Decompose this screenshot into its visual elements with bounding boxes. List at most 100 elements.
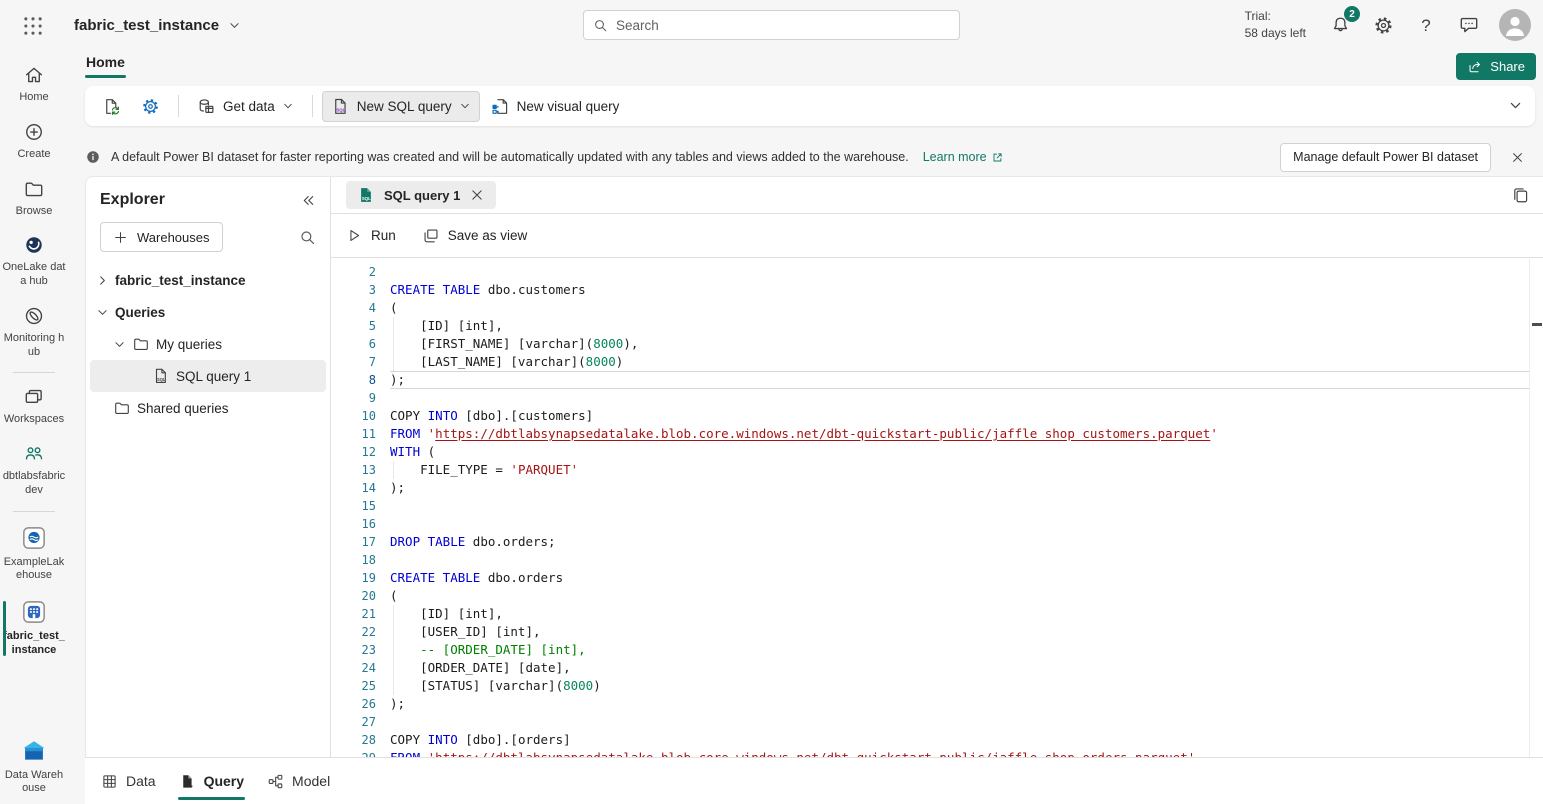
- code-line-content: FILE_TYPE = 'PARQUET': [390, 461, 1529, 479]
- save-view-icon: [422, 227, 440, 245]
- workspace-switcher[interactable]: fabric_test_instance: [74, 0, 241, 50]
- code-line-29[interactable]: 29FROM 'https://dbtlabsynapsedatalake.bl…: [331, 749, 1529, 757]
- code-line-11[interactable]: 11FROM 'https://dbtlabsynapsedatalake.bl…: [331, 425, 1529, 443]
- get-data-button[interactable]: Get data: [188, 91, 303, 122]
- code-line-28[interactable]: 28COPY INTO [dbo].[orders]: [331, 731, 1529, 749]
- share-icon: [1467, 59, 1483, 75]
- run-button[interactable]: Run: [346, 227, 396, 244]
- add-warehouses-button[interactable]: Warehouses: [100, 222, 223, 252]
- code-line-13[interactable]: 13 FILE_TYPE = 'PARQUET': [331, 461, 1529, 479]
- tab-home[interactable]: Home: [86, 54, 125, 78]
- line-number: 25: [331, 677, 376, 695]
- code-line-21[interactable]: 21 [ID] [int],: [331, 605, 1529, 623]
- query-tab-bar: SQL SQL query 1: [331, 177, 1543, 214]
- code-line-9[interactable]: 9: [331, 389, 1529, 407]
- rail-item-dbtlabsfabricdev[interactable]: dbtlabsfabricdev: [0, 435, 68, 506]
- code-line-3[interactable]: 3CREATE TABLE dbo.customers: [331, 281, 1529, 299]
- close-tab-button[interactable]: [469, 187, 485, 203]
- new-visual-query-button[interactable]: New visual query: [482, 91, 629, 122]
- code-line-26[interactable]: 26);: [331, 695, 1529, 713]
- rail-item-examplelakehouse[interactable]: ExampleLakehouse: [0, 517, 68, 592]
- tree-item-label: fabric_test_instance: [115, 273, 246, 288]
- line-number: 11: [331, 425, 376, 443]
- code-line-14[interactable]: 14);: [331, 479, 1529, 497]
- avatar[interactable]: [1499, 9, 1531, 41]
- settings-button[interactable]: [1370, 12, 1396, 38]
- manage-dataset-button[interactable]: Manage default Power BI dataset: [1280, 143, 1491, 172]
- code-line-25[interactable]: 25 [STATUS] [varchar](8000): [331, 677, 1529, 695]
- code-line-10[interactable]: 10COPY INTO [dbo].[customers]: [331, 407, 1529, 425]
- save-as-view-button[interactable]: Save as view: [422, 227, 528, 245]
- view-tab-data[interactable]: Data: [100, 768, 157, 795]
- search-input[interactable]: [616, 18, 950, 33]
- tree-item-sql-query-1[interactable]: SQLSQL query 1: [90, 360, 326, 392]
- explorer-tree: fabric_test_instance Queries My queries SQL…: [86, 264, 330, 424]
- view-tab-query[interactable]: Query: [178, 768, 245, 795]
- rail-item-browse[interactable]: Browse: [0, 170, 68, 227]
- code-line-4[interactable]: 4(: [331, 299, 1529, 317]
- help-button[interactable]: ?: [1413, 12, 1439, 38]
- feedback-button[interactable]: [1456, 12, 1482, 38]
- share-button[interactable]: Share: [1456, 53, 1536, 80]
- tree-item-fabric-test-instance[interactable]: fabric_test_instance: [90, 264, 326, 296]
- banner-close-button[interactable]: [1505, 145, 1529, 169]
- view-tab-model[interactable]: Model: [266, 768, 331, 795]
- notifications-button[interactable]: 2: [1327, 12, 1353, 38]
- copy-button[interactable]: [1511, 186, 1530, 205]
- line-number: 22: [331, 623, 376, 641]
- rail-item-home[interactable]: Home: [0, 56, 68, 113]
- code-line-5[interactable]: 5 [ID] [int],: [331, 317, 1529, 335]
- learn-more-link[interactable]: Learn more: [923, 150, 1004, 164]
- code-line-7[interactable]: 7 [LAST_NAME] [varchar](8000): [331, 353, 1529, 371]
- help-icon: ?: [1416, 15, 1437, 36]
- code-line-19[interactable]: 19CREATE TABLE dbo.orders: [331, 569, 1529, 587]
- code-line-16[interactable]: 16: [331, 515, 1529, 533]
- collapse-explorer-button[interactable]: [301, 193, 316, 208]
- rail-item-workspaces[interactable]: Workspaces: [0, 378, 68, 435]
- rail-item-data-warehouse[interactable]: Data Warehouse: [0, 730, 68, 804]
- chevron-down-icon: [228, 19, 241, 32]
- sql-code-editor[interactable]: 23CREATE TABLE dbo.customers4(5 [ID] [in…: [331, 259, 1529, 757]
- rail-item-create[interactable]: Create: [0, 113, 68, 170]
- code-line-24[interactable]: 24 [ORDER_DATE] [date],: [331, 659, 1529, 677]
- line-number: 8: [331, 371, 376, 389]
- gear-icon: [1373, 15, 1394, 36]
- ribbon-tab-row: Home Share: [68, 50, 1543, 84]
- app-launcher-button[interactable]: [20, 13, 46, 39]
- code-line-22[interactable]: 22 [USER_ID] [int],: [331, 623, 1529, 641]
- editor-overview-ruler[interactable]: [1529, 259, 1543, 757]
- code-line-20[interactable]: 20(: [331, 587, 1529, 605]
- sql-doc-green-icon: SQL: [357, 186, 375, 204]
- rail-item-onelake-data-hub[interactable]: OneLake data hub: [0, 226, 68, 297]
- tree-item-label: SQL query 1: [176, 369, 251, 384]
- code-line-17[interactable]: 17DROP TABLE dbo.orders;: [331, 533, 1529, 551]
- refresh-button[interactable]: [93, 91, 130, 122]
- warehouse-settings-button[interactable]: [132, 91, 169, 122]
- code-line-content: CREATE TABLE dbo.orders: [390, 569, 1529, 587]
- scroll-position-marker: [1532, 323, 1542, 326]
- line-number: 6: [331, 335, 376, 353]
- code-line-15[interactable]: 15: [331, 497, 1529, 515]
- code-line-8[interactable]: 8);: [331, 371, 1529, 389]
- code-line-6[interactable]: 6 [FIRST_NAME] [varchar](8000),: [331, 335, 1529, 353]
- code-line-18[interactable]: 18: [331, 551, 1529, 569]
- query-tab[interactable]: SQL SQL query 1: [346, 181, 496, 209]
- external-link-icon: [991, 151, 1004, 164]
- tree-item-queries[interactable]: Queries: [90, 296, 326, 328]
- tree-item-shared-queries[interactable]: Shared queries: [90, 392, 326, 424]
- code-line-12[interactable]: 12WITH (: [331, 443, 1529, 461]
- waffle-icon: [22, 15, 44, 37]
- ribbon-expand-chevron[interactable]: [1508, 98, 1523, 113]
- rail-item-monitoring-hub[interactable]: Monitoring hub: [0, 297, 68, 368]
- code-line-content: FROM 'https://dbtlabsynapsedatalake.blob…: [390, 749, 1529, 757]
- rail-item-fabric-test-instance[interactable]: fabric_test_instance: [0, 591, 68, 666]
- new-sql-query-button[interactable]: SQL New SQL query: [322, 91, 480, 122]
- tree-item-label: My queries: [156, 337, 222, 352]
- rail-item-label: ExampleLakehouse: [2, 556, 66, 584]
- global-search[interactable]: [583, 10, 960, 40]
- code-line-27[interactable]: 27: [331, 713, 1529, 731]
- tree-item-my-queries[interactable]: My queries: [90, 328, 326, 360]
- code-line-23[interactable]: 23 -- [ORDER_DATE] [int],: [331, 641, 1529, 659]
- explorer-search-button[interactable]: [299, 229, 316, 246]
- code-line-2[interactable]: 2: [331, 263, 1529, 281]
